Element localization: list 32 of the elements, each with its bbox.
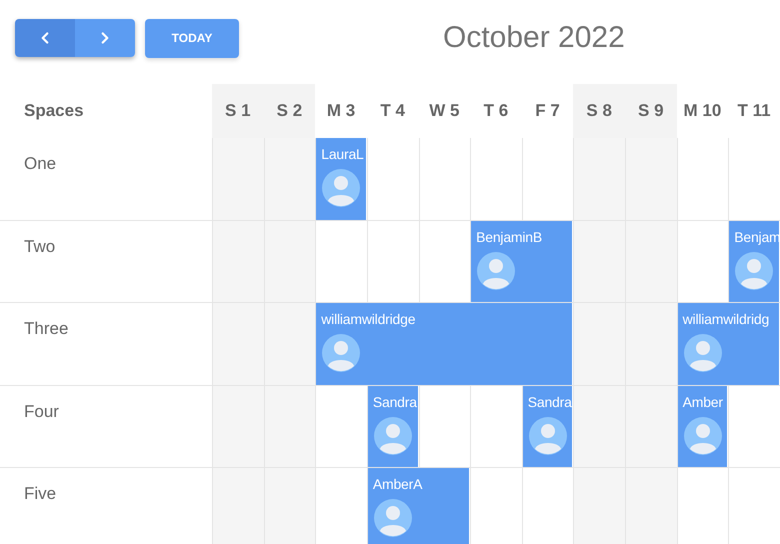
day-header: S 2 <box>264 84 316 138</box>
booking-event[interactable]: williamwildridg <box>678 303 779 384</box>
avatar-icon <box>321 168 362 208</box>
today-button[interactable]: TODAY <box>145 18 239 58</box>
day-header: S 9 <box>625 84 677 138</box>
day-header: S 1 <box>212 84 264 138</box>
avatar-icon <box>476 250 516 290</box>
column-header: Spaces <box>23 100 85 122</box>
avatar-icon <box>734 250 774 290</box>
booking-name: Amber <box>682 394 724 410</box>
booking-name: williamwildridge <box>321 311 416 327</box>
booking-event[interactable]: LauraL <box>316 138 366 220</box>
booking-event[interactable]: Amber <box>678 386 728 467</box>
booking-event[interactable]: Sandra <box>522 386 572 467</box>
booking-name: AmberA <box>372 476 424 492</box>
booking-event[interactable]: AmberA <box>368 468 470 544</box>
booking-event[interactable]: Sandra <box>368 386 418 467</box>
booking-event[interactable]: williamwildridge <box>316 303 572 384</box>
previous-button[interactable] <box>15 19 75 57</box>
day-header: S 8 <box>573 84 625 138</box>
avatar-icon <box>372 498 413 538</box>
booking-name: williamwildridg <box>682 311 770 327</box>
booking-name: BenjaminB <box>476 228 544 244</box>
booking-name: LauraL <box>321 146 362 162</box>
avatar-icon <box>682 416 723 456</box>
avatar-icon <box>682 333 723 373</box>
avatar-icon <box>321 333 362 373</box>
next-button[interactable] <box>75 19 135 57</box>
avatar-icon <box>372 416 413 456</box>
booking-event[interactable]: BenjaminB <box>471 220 572 302</box>
month-title: October 2022 <box>443 21 625 55</box>
avatar-icon <box>528 416 568 456</box>
